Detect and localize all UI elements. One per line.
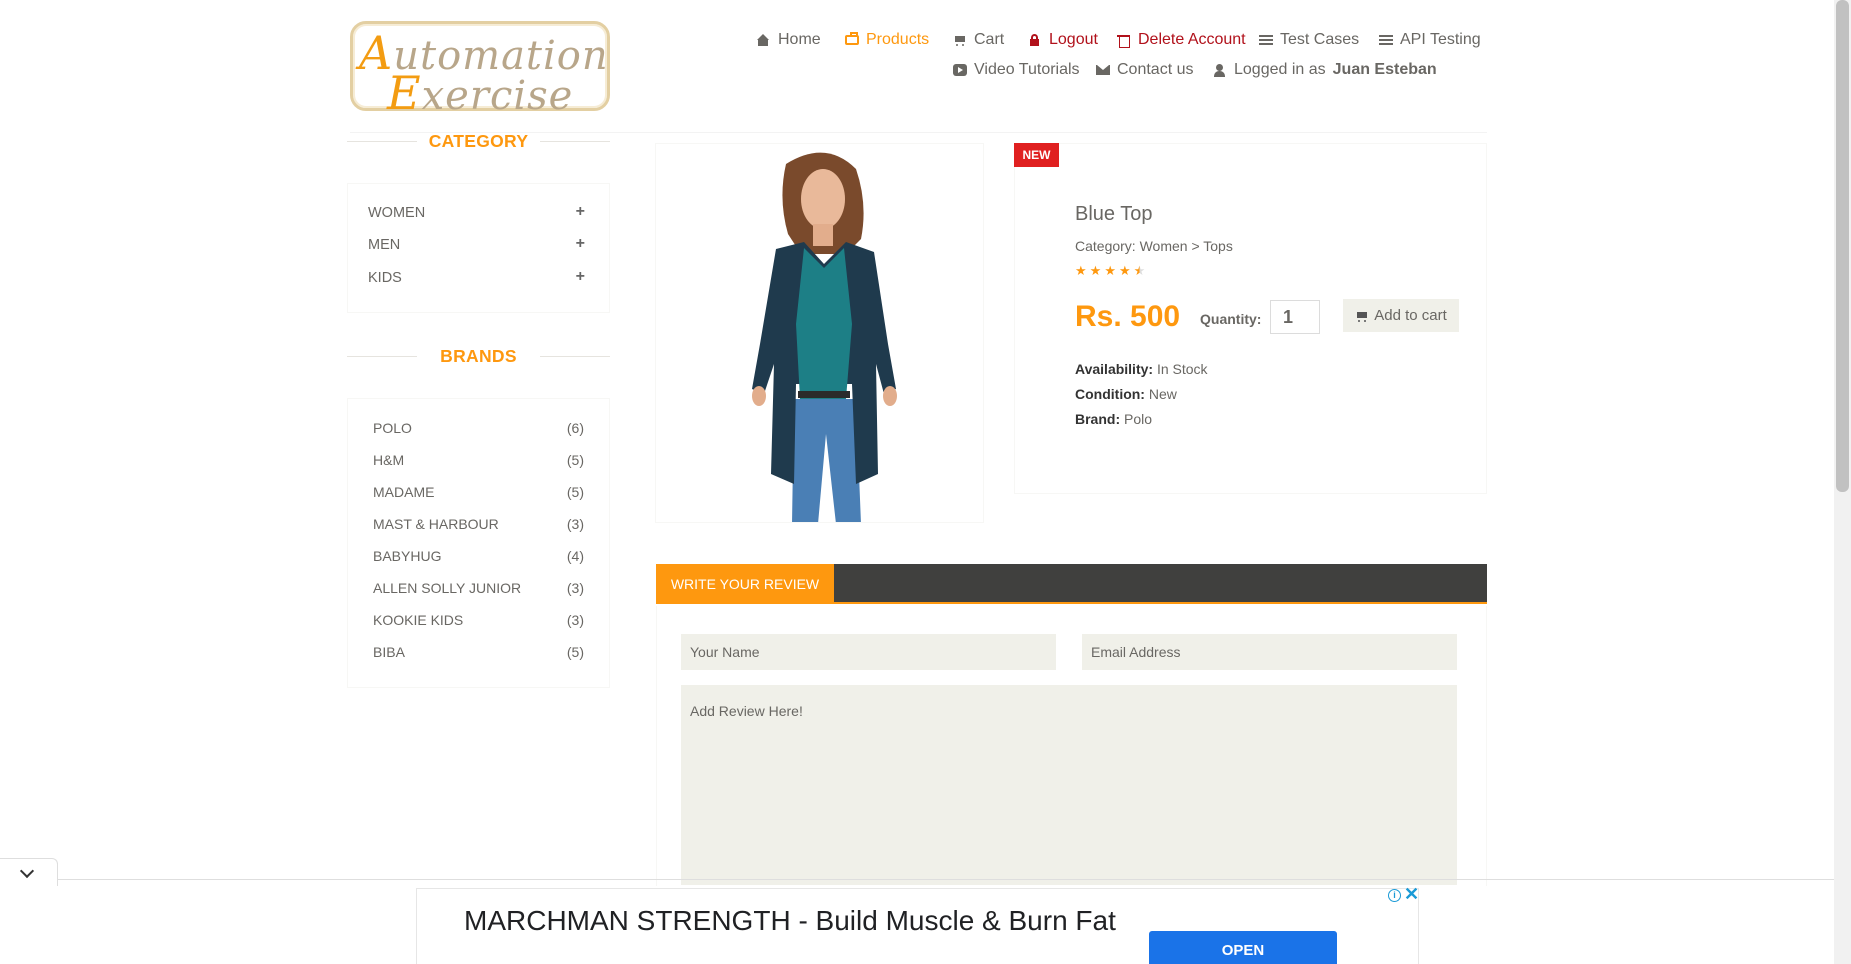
cart-icon [1355,310,1369,322]
category-panel: WOMEN + MEN + KIDS + [347,183,610,313]
star-icon: ★ [1118,263,1131,278]
brand-item-biba[interactable]: BIBA (5) [373,644,584,664]
envelope-icon [1096,64,1110,76]
list-icon [1379,34,1393,46]
nav-api-testing[interactable]: API Testing [1379,31,1481,49]
star-half-icon: ★ [1133,263,1146,278]
brand-item-mast-harbour[interactable]: MAST & HARBOUR (3) [373,516,584,536]
brand: Brand: Polo [1075,411,1153,427]
brand-item-kookie-kids[interactable]: KOOKIE KIDS (3) [373,612,584,632]
product-rating: ★ ★ ★ ★ ★ [1075,264,1145,277]
cart-icon [953,34,967,46]
ad-open-button[interactable]: OPEN [1149,931,1337,964]
availability: Availability: In Stock [1075,361,1208,377]
category-item-kids[interactable]: KIDS + [368,268,585,290]
brand-item-babyhug[interactable]: BABYHUG (4) [373,548,584,568]
product-photo-woman-blue-top [656,144,983,522]
ad-info-icon[interactable]: i [1388,889,1401,902]
logged-in-status: Logged in as Juan Esteban [1213,61,1437,79]
plus-icon[interactable]: + [576,203,585,221]
brands-panel: POLO (6) H&M (5) MADAME (5) MAST & HARBOUR(… [347,398,610,688]
chevron-down-icon [19,863,35,879]
product-price: Rs. 500 [1075,300,1181,333]
ad-divider [0,879,1834,880]
list-icon [1259,34,1273,46]
brand-item-polo[interactable]: POLO (6) [373,420,584,440]
product-category: Category: Women > Tops [1075,238,1233,254]
user-icon [1213,64,1227,77]
product-image [655,143,984,523]
lock-icon [1028,34,1042,46]
product-name: Blue Top [1075,203,1153,225]
brand-item-madame[interactable]: MADAME (5) [373,484,584,504]
star-icon: ★ [1075,263,1087,278]
category-title: CATEGORY [347,131,610,152]
quantity-input[interactable] [1270,300,1320,334]
trash-icon [1117,34,1131,48]
ad-close-icon[interactable]: ✕ [1404,884,1419,905]
site-logo[interactable]: Automation Exercise [350,21,610,120]
category-item-women[interactable]: WOMEN + [368,203,585,225]
nav-video-tutorials[interactable]: Video Tutorials [953,61,1080,79]
add-to-cart-button[interactable]: Add to cart [1343,299,1459,332]
nav-home[interactable]: Home [757,31,821,49]
plus-icon[interactable]: + [576,268,585,286]
category-item-men[interactable]: MEN + [368,235,585,257]
home-icon [757,34,771,46]
brand-item-allen-solly-junior[interactable]: ALLEN SOLLY JUNIOR (3) [373,580,584,600]
review-name-input[interactable] [681,634,1056,670]
review-email-input[interactable] [1082,634,1457,670]
ad-headline[interactable]: MARCHMAN STRENGTH - Build Muscle & Burn … [464,903,1124,938]
nav-logout[interactable]: Logout [1028,31,1098,49]
review-textarea[interactable] [681,685,1457,885]
brand-item-hm[interactable]: H&M (5) [373,452,584,472]
shopping-bag-icon [845,32,859,45]
ad-collapse-button[interactable] [0,858,58,886]
new-badge: NEW [1014,143,1059,167]
nav-test-cases[interactable]: Test Cases [1259,31,1359,49]
nav-delete-account[interactable]: Delete Account [1117,31,1246,49]
condition: Condition: New [1075,386,1177,402]
nav-contact-us[interactable]: Contact us [1096,61,1193,79]
youtube-play-icon [953,64,967,76]
star-icon: ★ [1089,263,1102,278]
brands-title: BRANDS [347,346,610,367]
nav-cart[interactable]: Cart [953,31,1004,49]
plus-icon[interactable]: + [576,235,585,253]
scrollbar-thumb[interactable] [1836,0,1849,492]
tab-write-your-review[interactable]: WRITE YOUR REVIEW [656,564,834,604]
nav-products[interactable]: Products [845,31,929,49]
star-icon: ★ [1104,263,1116,278]
logged-in-username: Juan Esteban [1332,61,1437,78]
quantity-label: Quantity: [1200,311,1262,327]
